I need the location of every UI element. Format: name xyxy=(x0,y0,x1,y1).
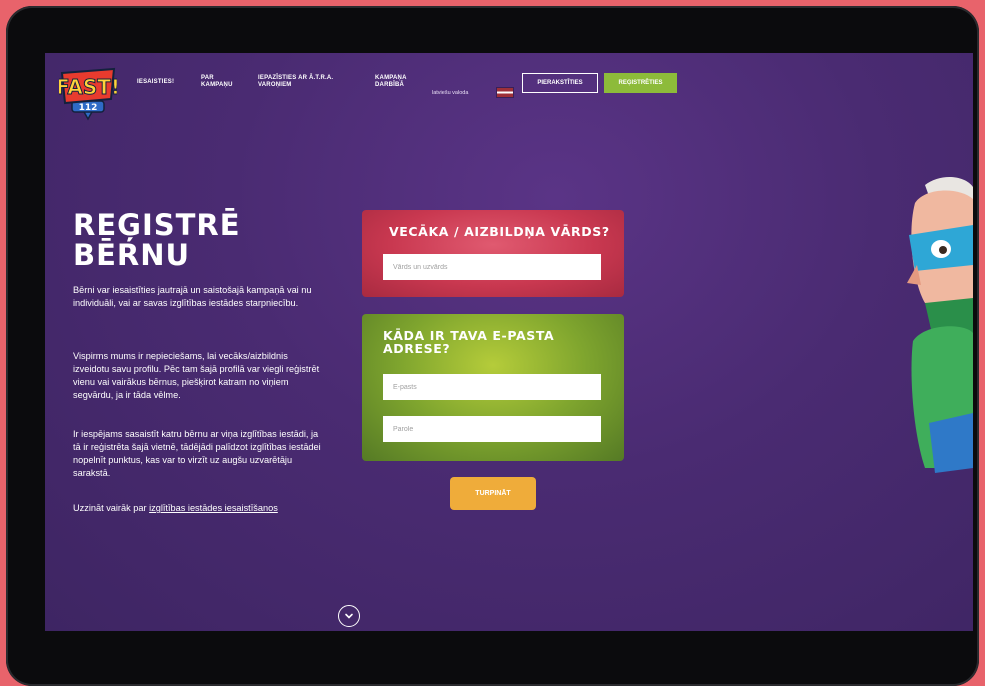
nav-label: IESAISTIES! xyxy=(137,79,175,85)
parent-name-heading: VECĀKA / AIZBILDŅA VĀRDS? xyxy=(389,224,610,239)
logo-text: FAST! xyxy=(59,75,117,99)
nav-label: KAMPAŅU xyxy=(201,82,233,88)
more-info-prefix: Uzzināt vairāk par xyxy=(73,503,150,513)
logo-number: 112 xyxy=(79,103,98,113)
logo-graphic: FAST! 112 xyxy=(55,67,121,121)
chevron-down-icon xyxy=(345,613,353,619)
nav-label: DARBĪBĀ xyxy=(375,82,405,88)
school-paragraph: Ir iespējams sasaistīt katru bērnu ar vi… xyxy=(73,429,321,478)
nav-label: IEPAZĪSTIES AR Ā.T.R.A. xyxy=(258,75,334,81)
nav-label: PAR xyxy=(201,75,214,81)
more-info-text: Uzzināt vairāk par izglītības iestādes i… xyxy=(73,502,321,515)
parent-name-input[interactable] xyxy=(383,254,601,280)
parent-name-card: VECĀKA / AIZBILDŅA VĀRDS? xyxy=(362,210,624,297)
fast-112-logo[interactable]: FAST! 112 xyxy=(55,63,121,121)
intro-paragraph: Bērni var iesaistīties jautrajā un saist… xyxy=(73,285,312,308)
nav-item-iesaisties[interactable]: IESAISTIES! xyxy=(137,79,174,86)
login-button[interactable]: PIERAKSTĪTIES xyxy=(522,73,598,93)
scroll-down-button[interactable] xyxy=(338,605,360,627)
email-heading: KĀDA IR TAVA E-PASTA ADRESE? xyxy=(383,329,554,355)
latvia-flag-icon[interactable] xyxy=(496,87,514,98)
nav-item-par-kampanu[interactable]: PAR KAMPAŅU xyxy=(201,75,233,89)
nav-item-kampana-darbiba[interactable]: KAMPAŅA DARBĪBĀ xyxy=(375,75,407,89)
password-input[interactable] xyxy=(383,416,601,442)
superhero-character-illustration xyxy=(885,173,973,493)
page-title-line: REĢISTRĒ xyxy=(73,208,241,242)
profile-paragraph: Vispirms mums ir nepieciešams, lai vecāk… xyxy=(73,351,320,400)
nav-label: KAMPAŅA xyxy=(375,75,407,81)
language-selector-label[interactable]: latviešu valoda xyxy=(432,90,468,96)
page-title: REĢISTRĒ BĒRNU xyxy=(73,210,241,270)
laptop-frame: FAST! 112 IESAISTIES! PAR KAMPAŅU IEPAZĪ… xyxy=(6,6,979,686)
nav-label: VAROŅIEM xyxy=(258,82,292,88)
email-heading-line: ADRESE? xyxy=(383,341,451,356)
nav-item-iepazisties[interactable]: IEPAZĪSTIES AR Ā.T.R.A. VAROŅIEM xyxy=(258,75,333,89)
browser-viewport: FAST! 112 IESAISTIES! PAR KAMPAŅU IEPAZĪ… xyxy=(45,53,973,631)
email-card: KĀDA IR TAVA E-PASTA ADRESE? xyxy=(362,314,624,461)
continue-button[interactable]: TURPINĀT xyxy=(450,477,536,510)
page-title-line: BĒRNU xyxy=(73,238,191,272)
register-button[interactable]: REĢISTRĒTIES xyxy=(604,73,677,93)
email-input[interactable] xyxy=(383,374,601,400)
school-involvement-link[interactable]: izglītības iestādes iesaistīšanos xyxy=(149,503,278,513)
hero-graphic xyxy=(907,176,973,473)
